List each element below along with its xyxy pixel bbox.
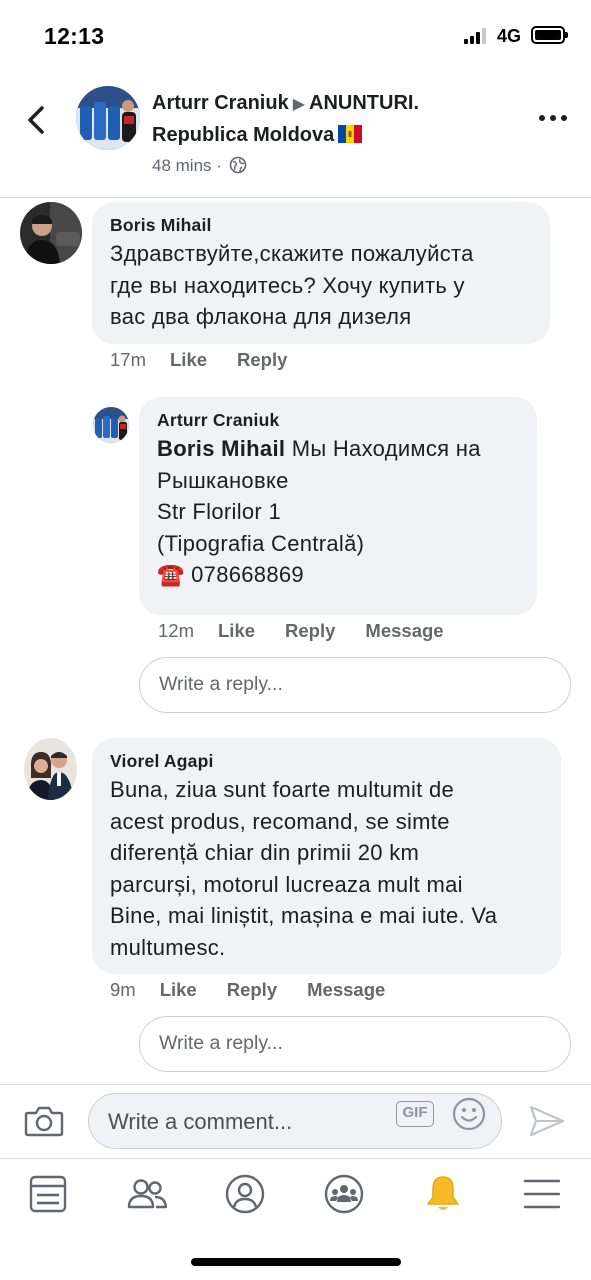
reply-bubble[interactable]: Arturr Craniuk Boris Mihail Мы Находимся… <box>139 397 537 615</box>
signal-icon <box>464 28 490 44</box>
send-button[interactable] <box>528 1103 566 1139</box>
telephone-icon: ☎️ <box>157 562 185 587</box>
like-button[interactable]: Like <box>218 620 255 641</box>
write-reply-input[interactable]: Write a reply... <box>139 1016 571 1072</box>
camera-icon <box>24 1106 64 1137</box>
smiley-icon <box>452 1097 486 1131</box>
comment-time[interactable]: 9m <box>110 979 136 1000</box>
camera-button[interactable] <box>24 1103 64 1139</box>
message-button[interactable]: Message <box>365 620 443 641</box>
message-button[interactable]: Message <box>307 979 385 1000</box>
back-button[interactable] <box>18 100 58 140</box>
nav-news-feed[interactable] <box>25 1171 71 1217</box>
post-meta: 48 mins · <box>152 156 247 176</box>
home-indicator[interactable] <box>191 1258 401 1266</box>
post-time[interactable]: 48 mins <box>152 156 212 175</box>
battery-icon <box>531 26 568 44</box>
reply-line: (Tipografia Centrală) <box>157 530 365 556</box>
comment-time[interactable]: 17m <box>110 349 146 370</box>
groups-icon <box>324 1174 364 1214</box>
comment-bubble[interactable]: Viorel Agapi Buna, ziua sunt foarte mult… <box>92 738 561 974</box>
news-feed-icon <box>29 1175 67 1213</box>
reply-author-avatar[interactable] <box>93 407 129 443</box>
reply-author[interactable]: Arturr Craniuk <box>157 409 519 431</box>
post-title: Arturr Craniuk ▶ ANUNTURI. Republica Moldo… <box>152 88 512 151</box>
write-comment-input[interactable]: Write a comment... <box>88 1093 502 1149</box>
phone-number[interactable]: 078668869 <box>191 562 304 587</box>
comment-line: parcurși, motorul lucreaza mult mai <box>110 871 463 897</box>
comment-line: Здравствуйте,скажите пожалуйста <box>110 241 474 266</box>
nav-friends[interactable] <box>124 1171 170 1217</box>
triangle-right-icon: ▶ <box>292 96 306 113</box>
globe-icon <box>229 156 246 174</box>
like-button[interactable]: Like <box>160 979 197 1000</box>
reply-time[interactable]: 12m <box>158 620 194 641</box>
comment-author[interactable]: Boris Mihail <box>110 214 532 236</box>
write-reply-input[interactable]: Write a reply... <box>139 657 571 713</box>
comment-composer: Write a comment... GIF <box>0 1084 591 1158</box>
notifications-bell-icon <box>427 1176 459 1210</box>
network-label: 4G <box>497 26 522 46</box>
gif-button[interactable]: GIF <box>396 1101 434 1127</box>
profile-icon <box>225 1174 265 1214</box>
commenter-avatar[interactable] <box>24 738 77 800</box>
commenter-avatar[interactable] <box>20 202 82 264</box>
emoji-button[interactable] <box>452 1097 486 1131</box>
mention-link[interactable]: Boris Mihail <box>157 436 285 461</box>
comment-line: вас два флакона для дизеля <box>110 304 412 329</box>
comment-line: multumesc. <box>110 934 226 960</box>
reply-line: ☎️ 078668869 <box>157 559 519 591</box>
status-time: 12:13 <box>44 23 105 49</box>
comment-text: Buna, ziua sunt foarte multumit de acest… <box>110 774 543 963</box>
more-horizontal-icon <box>539 115 567 121</box>
reply-text: Boris Mihail Мы Находимся на Рышкановке … <box>157 433 519 591</box>
comment-line: где вы находитесь? Хочу купить у <box>110 272 465 298</box>
group-name-line2[interactable]: Republica Moldova <box>152 124 334 146</box>
comment-author[interactable]: Viorel Agapi <box>110 750 543 772</box>
reply-button[interactable]: Reply <box>237 349 287 370</box>
nav-notifications[interactable] <box>420 1171 466 1217</box>
chevron-left-icon <box>28 106 44 134</box>
more-options-button[interactable] <box>536 108 570 128</box>
moldova-flag-icon <box>338 125 363 143</box>
comment-line: Bine, mai liniștit, mașina e mai iute. V… <box>110 903 498 928</box>
nav-profile[interactable] <box>222 1171 268 1217</box>
author-avatar[interactable] <box>76 86 140 150</box>
reply-button[interactable]: Reply <box>227 979 277 1000</box>
status-bar: 12:13 4G <box>0 0 591 70</box>
comment-line: acest produs, recomand, se simte <box>110 808 450 834</box>
reply-actions: 12m Like Reply Message <box>158 620 474 642</box>
reply-line: Boris Mihail Мы Находимся на <box>157 436 481 461</box>
send-arrow-icon <box>529 1105 565 1137</box>
friends-icon <box>127 1179 168 1209</box>
comment-actions: 17m Like Reply <box>110 349 317 371</box>
comment-bubble[interactable]: Boris Mihail Здравствуйте,скажите пожалу… <box>92 202 550 344</box>
like-button[interactable]: Like <box>170 349 207 370</box>
post-author-name[interactable]: Arturr Craniuk <box>152 92 289 114</box>
post-header: Arturr Craniuk ▶ ANUNTURI. Republica Moldo… <box>0 70 591 198</box>
reply-line: Рышкановке <box>157 467 289 493</box>
nav-groups[interactable] <box>321 1171 367 1217</box>
reply-button[interactable]: Reply <box>285 620 335 641</box>
comment-line: Buna, ziua sunt foarte multumit de <box>110 777 455 802</box>
group-name[interactable]: ANUNTURI. <box>309 92 419 114</box>
nav-menu[interactable] <box>519 1171 565 1217</box>
comment-line: diferență chiar din primii 20 km <box>110 840 420 865</box>
reply-line: Str Florilor 1 <box>157 499 281 524</box>
comment-text: Здравствуйте,скажите пожалуйста где вы н… <box>110 238 532 333</box>
comment-actions: 9m Like Reply Message <box>110 979 415 1001</box>
menu-icon <box>523 1179 561 1209</box>
